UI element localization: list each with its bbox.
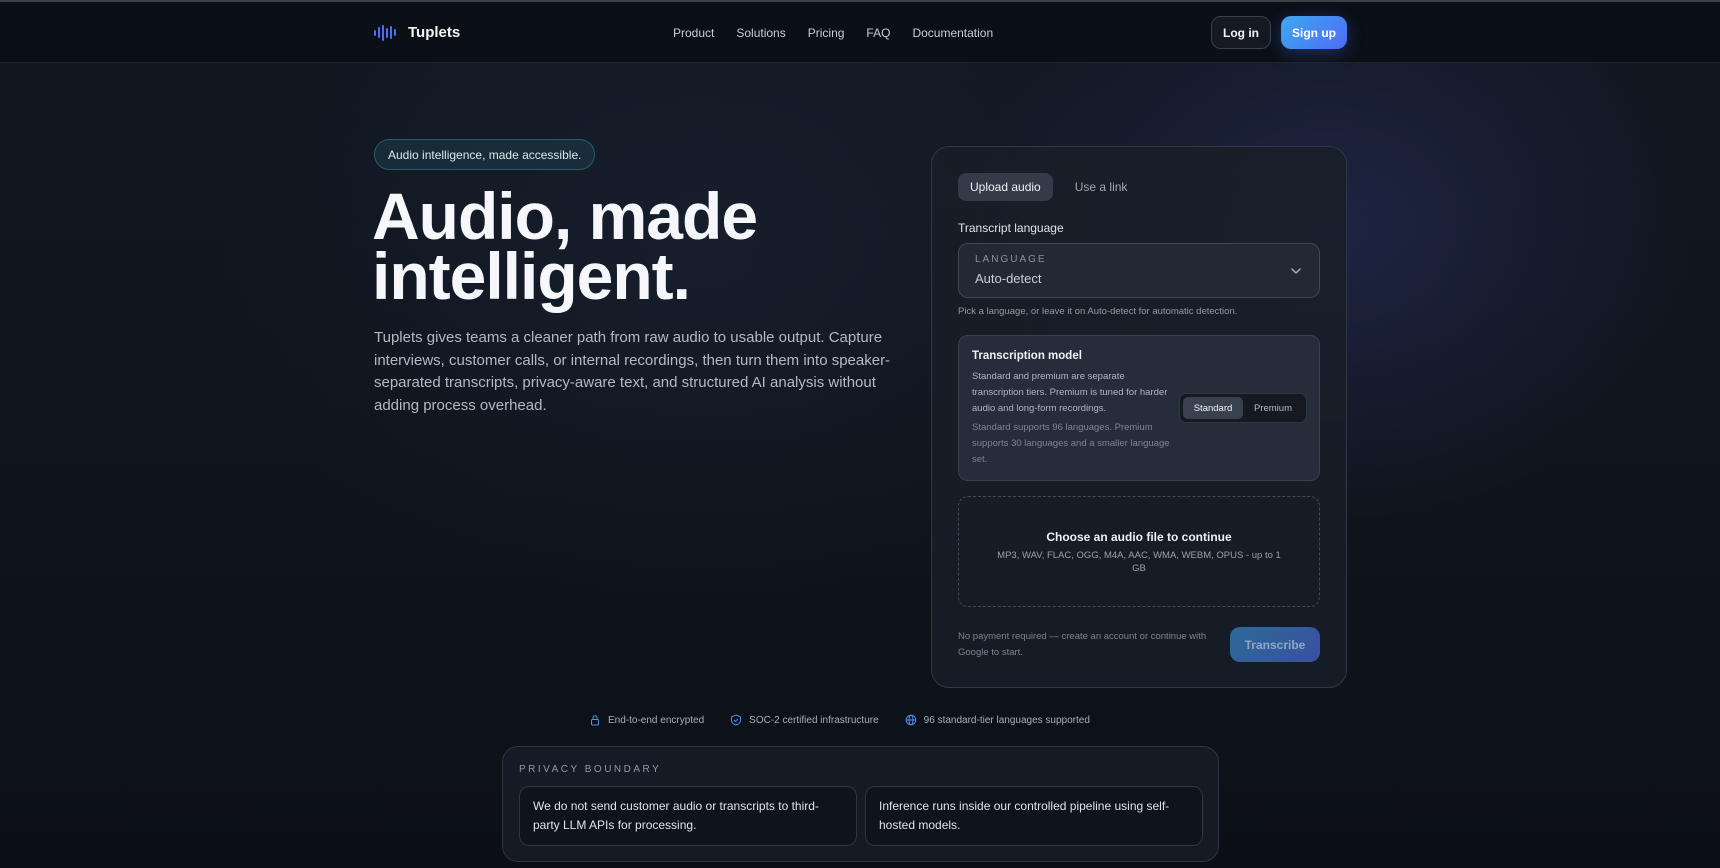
model-description: Standard and premium are separate transc… bbox=[972, 371, 1168, 414]
nav-link-faq[interactable]: FAQ bbox=[866, 26, 890, 40]
drop-zone-formats: MP3, WAV, FLAC, OGG, M4A, AAC, WMA, WEBM… bbox=[997, 550, 1281, 574]
nav-link-product[interactable]: Product bbox=[673, 26, 714, 40]
language-hint: Pick a language, or leave it on Auto-det… bbox=[958, 306, 1238, 317]
top-navbar: Tuplets Product Solutions Pricing FAQ Do… bbox=[0, 2, 1720, 63]
signup-button[interactable]: Sign up bbox=[1281, 16, 1347, 49]
source-tabs: Upload audio Use a link bbox=[958, 173, 1139, 201]
hero-description: Tuplets gives teams a cleaner path from … bbox=[374, 329, 891, 414]
trust-badges: End-to-end encrypted SOC-2 certified inf… bbox=[589, 710, 1090, 730]
login-button[interactable]: Log in bbox=[1211, 16, 1271, 49]
file-drop-zone[interactable]: Choose an audio file to continue MP3, WA… bbox=[958, 496, 1320, 607]
nav-link-solutions[interactable]: Solutions bbox=[736, 26, 785, 40]
privacy-boundary-label: PRIVACY BOUNDARY bbox=[519, 764, 662, 775]
hero-title: Audio, made intelligent. bbox=[372, 183, 892, 309]
trust-label-soc2: SOC-2 certified infrastructure bbox=[749, 714, 879, 726]
transcription-model-panel: Transcription model Standard and premium… bbox=[958, 335, 1320, 481]
upload-card: Upload audio Use a link Transcript langu… bbox=[931, 146, 1347, 688]
trust-item-languages: 96 standard-tier languages supported bbox=[905, 714, 1090, 726]
language-field-label: Transcript language bbox=[958, 221, 1064, 235]
model-option-premium[interactable]: Premium bbox=[1243, 397, 1303, 419]
shield-icon bbox=[731, 714, 742, 726]
model-option-standard[interactable]: Standard bbox=[1183, 397, 1243, 419]
trust-item-soc2: SOC-2 certified infrastructure bbox=[730, 714, 879, 726]
language-select[interactable]: LANGUAGE Auto-detect bbox=[958, 243, 1320, 298]
brand-name: Tuplets bbox=[408, 24, 461, 41]
globe-icon bbox=[905, 714, 916, 726]
drop-zone-title: Choose an audio file to continue bbox=[1046, 530, 1232, 544]
nav-link-documentation[interactable]: Documentation bbox=[912, 26, 993, 40]
no-payment-note: No payment required — create an account … bbox=[958, 631, 1207, 658]
privacy-boundary-section: PRIVACY BOUNDARY We do not send customer… bbox=[502, 746, 1219, 862]
model-toggle: Standard Premium bbox=[1179, 393, 1307, 423]
trust-item-encryption: End-to-end encrypted bbox=[589, 714, 704, 726]
privacy-card-self-hosted: Inference runs inside our controlled pip… bbox=[865, 786, 1203, 846]
transcribe-button[interactable]: Transcribe bbox=[1230, 627, 1320, 662]
hero-title-line2: intelligent. bbox=[372, 239, 691, 313]
brand[interactable]: Tuplets bbox=[374, 2, 460, 63]
model-title: Transcription model bbox=[972, 350, 1082, 362]
language-select-caption: LANGUAGE bbox=[975, 254, 1047, 265]
language-select-value: Auto-detect bbox=[975, 271, 1042, 286]
waveform-icon bbox=[374, 24, 396, 41]
tagline-badge: Audio intelligence, made accessible. bbox=[374, 139, 596, 170]
tab-use-link[interactable]: Use a link bbox=[1063, 173, 1140, 201]
chevron-down-icon bbox=[1291, 268, 1301, 274]
nav-link-pricing[interactable]: Pricing bbox=[808, 26, 845, 40]
privacy-card-no-third-party: We do not send customer audio or transcr… bbox=[519, 786, 857, 846]
tab-upload-audio[interactable]: Upload audio bbox=[958, 173, 1053, 201]
main-nav: Product Solutions Pricing FAQ Documentat… bbox=[673, 2, 993, 63]
lock-icon bbox=[591, 715, 599, 726]
trust-label-languages: 96 standard-tier languages supported bbox=[923, 714, 1090, 726]
model-note: Standard supports 96 languages. Premium … bbox=[972, 422, 1170, 465]
trust-label-encryption: End-to-end encrypted bbox=[608, 714, 705, 726]
